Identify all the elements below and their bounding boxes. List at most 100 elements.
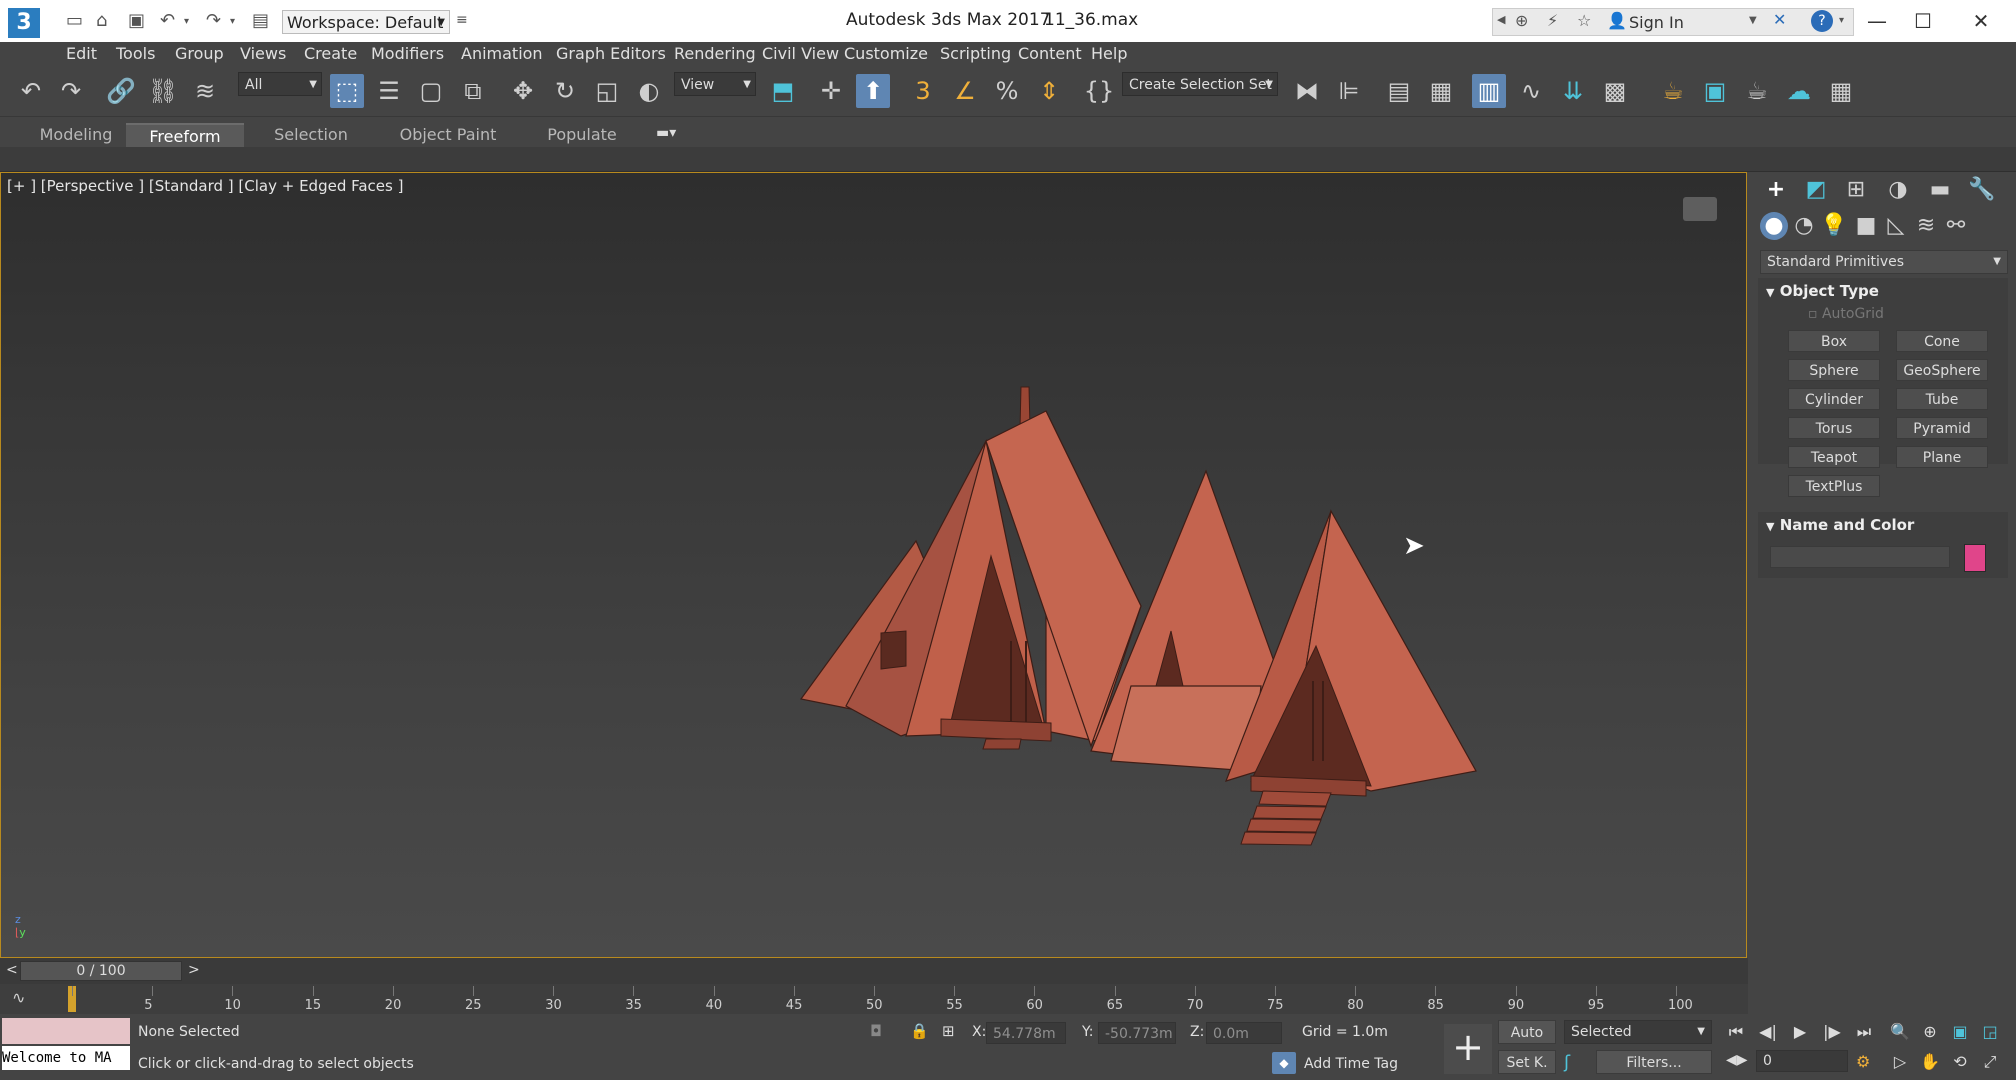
object-color-swatch[interactable] [1964, 544, 1986, 572]
space-warps-icon[interactable]: ≋ [1912, 212, 1940, 240]
save-icon[interactable]: ▣ [128, 10, 145, 31]
sign-in-link[interactable]: Sign In [1629, 13, 1684, 32]
menu-scripting[interactable]: Scripting [940, 42, 1011, 66]
select-manipulate-icon[interactable]: ✛ [814, 74, 848, 108]
cone-button[interactable]: Cone [1896, 330, 1988, 352]
box-button[interactable]: Box [1788, 330, 1880, 352]
named-selection-sets-icon[interactable]: {} [1082, 74, 1116, 108]
time-slider-thumb[interactable]: 0 / 100 [20, 961, 182, 981]
maximize-button[interactable]: ☐ [1898, 6, 1948, 36]
set-key-big-icon[interactable]: + [1444, 1024, 1492, 1074]
helpers-icon[interactable]: ◺ [1882, 212, 1910, 240]
modify-tab-icon[interactable]: ◩ [1802, 176, 1830, 204]
x-coordinate-field[interactable]: 54.778m [986, 1022, 1066, 1044]
spinner-snap-icon[interactable]: ⇕ [1032, 74, 1066, 108]
motion-tab-icon[interactable]: ◑ [1884, 176, 1912, 204]
redo-icon[interactable]: ↷ [206, 10, 221, 31]
keyboard-shortcut-override-icon[interactable]: ⬆ [856, 74, 890, 108]
zoom-extents-icon[interactable]: ▣ [1946, 1020, 1974, 1044]
key-filters-button[interactable]: Filters... [1596, 1050, 1712, 1074]
auto-key-button[interactable]: Auto [1498, 1020, 1556, 1044]
redo-icon[interactable]: ↷ [54, 74, 88, 108]
placement-icon[interactable]: ◐ [632, 74, 666, 108]
autogrid-checkbox[interactable]: ▫ AutoGrid [1808, 306, 1884, 322]
selection-lock-icon[interactable]: 🔒 [910, 1022, 929, 1040]
next-frame-arrow[interactable]: > [188, 962, 200, 978]
menu-help[interactable]: Help [1091, 42, 1127, 66]
next-frame-icon[interactable]: |▶ [1818, 1020, 1846, 1044]
scene-explorer-icon[interactable]: ▤ [1382, 74, 1416, 108]
chevron-down-icon[interactable]: ▼ [1749, 15, 1757, 26]
exchange-apps-icon[interactable]: ✕ [1773, 10, 1786, 29]
previous-frame-icon[interactable]: ◀| [1754, 1020, 1782, 1044]
bind-space-warp-icon[interactable]: ≋ [188, 74, 222, 108]
undo-dropdown-icon[interactable]: ▾ [184, 16, 189, 27]
tab-object-paint[interactable]: Object Paint [396, 123, 500, 147]
workspace-select[interactable]: Workspace: Default ▼ [282, 10, 450, 34]
close-button[interactable]: ✕ [1956, 6, 2006, 36]
create-selection-set-select[interactable]: Create Selection Set ▼ [1122, 72, 1278, 96]
select-by-name-icon[interactable]: ☰ [372, 74, 406, 108]
systems-icon[interactable]: ⚯ [1942, 212, 1970, 240]
tab-populate[interactable]: Populate [544, 123, 620, 147]
new-file-icon[interactable]: ▭ [66, 10, 83, 31]
tab-modeling[interactable]: Modeling [30, 123, 122, 147]
zoom-extents-all-icon[interactable]: ◲ [1976, 1020, 2004, 1044]
display-tab-icon[interactable]: ▬ [1926, 176, 1954, 204]
collapse-arrow-icon[interactable]: ◀ [1497, 13, 1505, 26]
menu-animation[interactable]: Animation [461, 42, 543, 66]
object-name-input[interactable] [1770, 546, 1950, 568]
field-of-view-icon[interactable]: ▷ [1886, 1050, 1914, 1074]
play-icon[interactable]: ▶ [1786, 1020, 1814, 1044]
unlink-icon[interactable]: ⛓ [146, 74, 180, 108]
plane-button[interactable]: Plane [1896, 446, 1988, 468]
reference-coordinate-select[interactable]: View ▼ [674, 72, 756, 96]
z-coordinate-field[interactable]: 0.0m [1206, 1022, 1282, 1044]
maxscript-listener-top[interactable] [2, 1018, 130, 1044]
snaps-toggle-icon[interactable]: 3 [906, 74, 940, 108]
geometry-icon[interactable]: ● [1760, 212, 1788, 240]
create-tab-icon[interactable]: + [1762, 176, 1790, 204]
menu-civil-view[interactable]: Civil View [762, 42, 839, 66]
cylinder-button[interactable]: Cylinder [1788, 388, 1880, 410]
menu-modifiers[interactable]: Modifiers [371, 42, 444, 66]
utilities-tab-icon[interactable]: 🔧 [1968, 176, 1996, 204]
category-select[interactable]: Standard Primitives ▼ [1760, 250, 2008, 274]
menu-tools[interactable]: Tools [116, 42, 155, 66]
tube-button[interactable]: Tube [1896, 388, 1988, 410]
selection-filter-select[interactable]: All ▼ [238, 72, 322, 96]
binoculars-icon[interactable]: ⊕ [1515, 11, 1528, 30]
menu-create[interactable]: Create [304, 42, 357, 66]
menu-rendering[interactable]: Rendering [674, 42, 756, 66]
select-object-icon[interactable]: ⬚ [330, 74, 364, 108]
window-crossing-icon[interactable]: ⧉ [456, 74, 490, 108]
pivot-center-icon[interactable]: ⬒ [766, 74, 800, 108]
add-time-tag-label[interactable]: Add Time Tag [1304, 1056, 1398, 1072]
zoom-icon[interactable]: 🔍 [1886, 1020, 1914, 1044]
tab-freeform[interactable]: Freeform [126, 123, 244, 149]
textplus-button[interactable]: TextPlus [1788, 475, 1880, 497]
go-to-end-icon[interactable]: ⏭ [1850, 1020, 1878, 1044]
rendered-frame-window-icon[interactable]: ▣ [1698, 74, 1732, 108]
menu-views[interactable]: Views [240, 42, 286, 66]
time-configuration-icon[interactable]: ⚙ [1856, 1052, 1870, 1071]
a-frame-cabins-model[interactable] [781, 373, 1501, 958]
ribbon-options-icon[interactable]: ▬▾ [656, 125, 676, 141]
torus-button[interactable]: Torus [1788, 417, 1880, 439]
render-production-icon[interactable]: ☕ [1740, 74, 1774, 108]
object-type-header[interactable]: ▼ Object Type [1758, 278, 2008, 304]
mirror-icon[interactable]: ⧓ [1290, 74, 1324, 108]
viewport-label[interactable]: [+ ] [Perspective ] [Standard ] [Clay + … [7, 177, 403, 195]
menu-content[interactable]: Content [1018, 42, 1082, 66]
material-editor-icon[interactable]: ▩ [1598, 74, 1632, 108]
y-coordinate-field[interactable]: -50.773m [1098, 1022, 1176, 1044]
viewcube-home-icon[interactable] [1683, 197, 1717, 221]
a360-gallery-icon[interactable]: ▦ [1824, 74, 1858, 108]
go-to-start-icon[interactable]: ⏮ [1722, 1020, 1750, 1044]
percent-snap-icon[interactable]: % [990, 74, 1024, 108]
hierarchy-tab-icon[interactable]: ⊞ [1842, 176, 1870, 204]
name-and-color-header[interactable]: ▼ Name and Color [1758, 512, 2008, 538]
menu-customize[interactable]: Customize [844, 42, 928, 66]
isolate-selection-icon[interactable]: ◘ [870, 1022, 882, 1040]
orbit-icon[interactable]: ⟲ [1946, 1050, 1974, 1074]
